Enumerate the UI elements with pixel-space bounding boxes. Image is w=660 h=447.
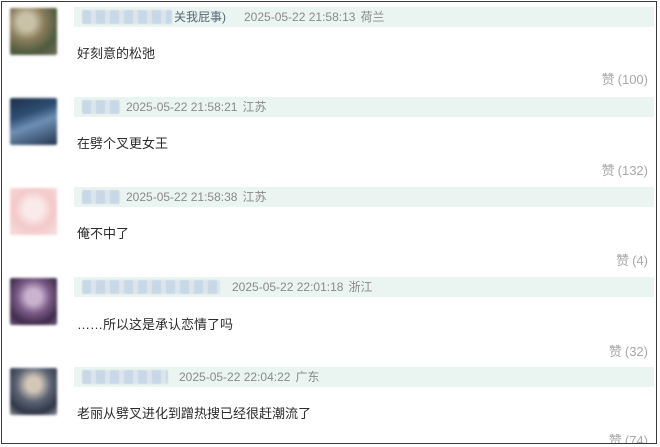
like-button[interactable]: 赞 (4) [616, 253, 648, 269]
like-count: (100) [617, 72, 648, 87]
username-blurred[interactable] [82, 100, 120, 114]
comment-item: 2025-05-22 21:58:38 江苏 俺不中了 赞 (4) [2, 182, 656, 272]
like-label: 赞 [608, 433, 622, 444]
comment-meta: 2025-05-22 22:01:18 浙江 [232, 280, 372, 294]
location: 江苏 [242, 100, 267, 114]
comment-text: 老丽从劈叉进化到蹭热搜已经很赶潮流了 [77, 406, 312, 421]
comment-list: 关我屁事) 2025-05-22 21:58:13 荷兰 好刻意的松弛 赞 (100… [1, 1, 657, 444]
like-label: 赞 [601, 163, 615, 178]
comment-header: 关我屁事) 2025-05-22 21:58:13 荷兰 [74, 7, 654, 27]
comment-text: ……所以这是承认恋情了吗 [77, 317, 234, 332]
location: 荷兰 [360, 10, 385, 24]
like-button[interactable]: 赞 (100) [602, 72, 648, 88]
like-button[interactable]: 赞 (74) [608, 433, 648, 444]
comment-text: 俺不中了 [77, 226, 130, 241]
like-count: (74) [624, 433, 648, 444]
comment-meta: 2025-05-22 21:58:13 荷兰 [244, 10, 384, 24]
like-count: (132) [617, 163, 648, 178]
location: 广东 [295, 370, 320, 384]
avatar[interactable] [10, 278, 57, 325]
comment-item: 2025-05-22 22:04:22 广东 老丽从劈叉进化到蹭热搜已经很赶潮流了… [2, 362, 656, 444]
avatar[interactable] [10, 98, 57, 145]
comment-item: 关我屁事) 2025-05-22 21:58:13 荷兰 好刻意的松弛 赞 (100… [2, 2, 656, 92]
location: 江苏 [242, 190, 267, 204]
timestamp: 2025-05-22 22:04:22 [179, 370, 291, 384]
username-blurred[interactable] [82, 280, 220, 294]
comment-item: 2025-05-22 21:58:21 江苏 在劈个叉更女王 赞 (132) [2, 92, 656, 182]
like-button[interactable]: 赞 (132) [602, 163, 648, 179]
comment-header: 2025-05-22 22:04:22 广东 [74, 367, 654, 387]
timestamp: 2025-05-22 21:58:21 [126, 100, 238, 114]
like-label: 赞 [608, 344, 622, 359]
comment-header: 2025-05-22 21:58:21 江苏 [74, 97, 654, 117]
like-label: 赞 [601, 72, 615, 87]
comment-text: 在劈个叉更女王 [77, 136, 169, 151]
like-button[interactable]: 赞 (32) [609, 344, 648, 360]
avatar[interactable] [10, 8, 57, 55]
like-count: (32) [624, 344, 648, 359]
username-blurred[interactable] [82, 10, 172, 24]
comment-item: 2025-05-22 22:01:18 浙江 ……所以这是承认恋情了吗 赞 (32) [2, 272, 656, 362]
timestamp: 2025-05-22 21:58:13 [244, 10, 356, 24]
comment-meta: 2025-05-22 21:58:38 江苏 [126, 190, 266, 204]
like-count: (4) [632, 253, 648, 268]
comment-meta: 2025-05-22 22:04:22 广东 [179, 370, 319, 384]
timestamp: 2025-05-22 22:01:18 [232, 280, 344, 294]
comment-header: 2025-05-22 21:58:38 江苏 [74, 187, 654, 207]
avatar[interactable] [10, 188, 57, 235]
username-text[interactable]: 关我屁事) [174, 10, 226, 24]
comment-text: 好刻意的松弛 [77, 46, 156, 61]
like-label: 赞 [616, 253, 630, 268]
username-blurred[interactable] [82, 190, 120, 204]
comment-header: 2025-05-22 22:01:18 浙江 [74, 277, 654, 297]
username-blurred[interactable] [82, 370, 168, 384]
comment-meta: 2025-05-22 21:58:21 江苏 [126, 100, 266, 114]
location: 浙江 [348, 280, 373, 294]
avatar[interactable] [10, 368, 57, 415]
timestamp: 2025-05-22 21:58:38 [126, 190, 238, 204]
